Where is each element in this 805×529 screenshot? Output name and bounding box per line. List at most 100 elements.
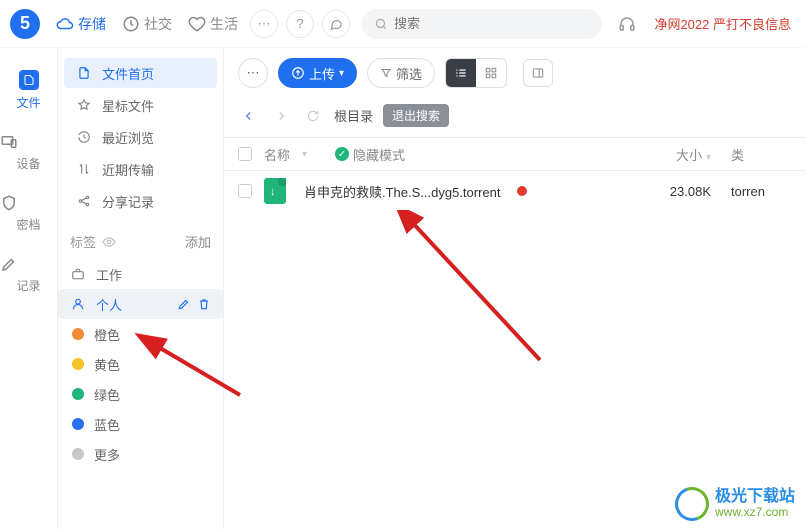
tab-social[interactable]: 社交	[122, 14, 172, 34]
share-icon	[76, 194, 92, 208]
detail-panel-button[interactable]	[523, 59, 553, 87]
more-button[interactable]: ⋯	[250, 10, 278, 38]
funnel-icon	[380, 67, 392, 79]
transfer-icon	[76, 162, 92, 176]
side-transfer[interactable]: 近期传输	[64, 154, 217, 184]
devices-icon	[0, 133, 57, 151]
watermark: 极光下载站 www.xz7.com	[675, 487, 795, 521]
nav-vault[interactable]: 密档	[0, 186, 57, 247]
side-share[interactable]: 分享记录	[64, 186, 217, 216]
side-share-label: 分享记录	[102, 192, 154, 211]
view-grid[interactable]	[476, 59, 506, 87]
cloud-icon	[56, 15, 74, 33]
chevron-left-icon	[242, 109, 256, 123]
tag-orange[interactable]: 橙色	[58, 319, 223, 349]
star-icon	[76, 98, 92, 112]
exit-search-button[interactable]: 退出搜索	[383, 104, 449, 127]
side-starred[interactable]: 星标文件	[64, 90, 217, 120]
hide-mode-label: 隐藏模式	[353, 145, 405, 164]
side-recent[interactable]: 最近浏览	[64, 122, 217, 152]
side-home-label: 文件首页	[102, 64, 154, 83]
tag-blue[interactable]: 蓝色	[58, 409, 223, 439]
trash-icon[interactable]	[197, 297, 211, 311]
file-size: 23.08K	[621, 184, 731, 199]
file-name: 肖申克的救赎.The.S...dyg5.torrent	[304, 182, 501, 201]
tag-work-label: 工作	[96, 265, 122, 284]
tag-yellow[interactable]: 黄色	[58, 349, 223, 379]
torrent-file-icon: ↓	[264, 178, 286, 204]
tag-personal-label: 个人	[96, 295, 122, 314]
side-panel: 文件首页 星标文件 最近浏览 近期传输 分享记录 标签 添加 工作 个人 橙色 …	[58, 48, 223, 529]
app-logo: 5	[10, 9, 40, 39]
list-icon	[454, 66, 468, 80]
tags-label: 标签	[70, 232, 96, 251]
table-header: 名称▾ ✓隐藏模式 大小▾ 类	[224, 137, 805, 171]
ellipsis-icon: ⋯	[247, 65, 260, 81]
eye-icon[interactable]	[102, 235, 116, 249]
tag-personal[interactable]: 个人	[58, 289, 223, 319]
upload-label: 上传	[309, 64, 335, 83]
columns-icon	[531, 66, 545, 80]
chat-button[interactable]	[322, 10, 350, 38]
history-icon	[76, 130, 92, 144]
breadcrumb-root[interactable]: 根目录	[334, 106, 373, 125]
nav-forward[interactable]	[270, 105, 292, 127]
headphones-icon	[618, 15, 636, 33]
side-home[interactable]: 文件首页	[64, 58, 217, 88]
main-panel: ⋯ 上传 ▾ 筛选 根目录 退出搜索	[223, 48, 805, 529]
col-type-label[interactable]: 类	[731, 148, 744, 163]
pencil-icon	[0, 255, 57, 273]
tag-more[interactable]: 更多	[58, 439, 223, 469]
nav-log[interactable]: 记录	[0, 247, 57, 308]
tag-work[interactable]: 工作	[58, 259, 223, 289]
tab-life-label: 生活	[210, 14, 238, 34]
table-row[interactable]: ↓ 肖申克的救赎.The.S...dyg5.torrent 23.08K tor…	[224, 171, 805, 211]
side-recent-label: 最近浏览	[102, 128, 154, 147]
nav-files[interactable]: 文件	[0, 62, 57, 125]
row-checkbox[interactable]	[238, 184, 252, 198]
search-box[interactable]	[362, 9, 602, 39]
tab-storage[interactable]: 存储	[56, 14, 106, 34]
filter-button[interactable]: 筛选	[367, 58, 435, 88]
support-button[interactable]	[618, 15, 636, 33]
tag-green[interactable]: 绿色	[58, 379, 223, 409]
refresh-icon	[306, 109, 320, 123]
search-input[interactable]	[394, 16, 590, 31]
view-toggle	[445, 58, 507, 88]
tag-yellow-label: 黄色	[94, 355, 120, 374]
tab-life[interactable]: 生活	[188, 14, 238, 34]
status-dot-icon	[517, 186, 527, 196]
col-size-label[interactable]: 大小	[676, 148, 702, 163]
col-name-label[interactable]: 名称	[264, 145, 290, 164]
tag-green-label: 绿色	[94, 385, 120, 404]
nav-devices[interactable]: 设备	[0, 125, 57, 186]
briefcase-icon	[70, 267, 86, 281]
breadcrumb: 根目录 退出搜索	[224, 98, 805, 137]
watermark-logo-icon	[669, 481, 714, 526]
warning-text[interactable]: 净网2022 严打不良信息	[654, 14, 795, 33]
grid-icon	[484, 66, 498, 80]
nav-refresh[interactable]	[302, 105, 324, 127]
help-button[interactable]: ?	[286, 10, 314, 38]
file-icon	[76, 66, 92, 80]
edit-icon[interactable]	[177, 297, 191, 311]
ellipsis-icon: ⋯	[258, 16, 271, 32]
chevron-right-icon	[274, 109, 288, 123]
view-list[interactable]	[446, 59, 476, 87]
select-all-checkbox[interactable]	[238, 147, 252, 161]
add-tag-button[interactable]: 添加	[185, 232, 211, 251]
side-transfer-label: 近期传输	[102, 160, 154, 179]
gray-dot-icon	[72, 448, 84, 460]
hide-mode-toggle[interactable]: ✓隐藏模式	[335, 145, 405, 164]
heart-icon	[188, 15, 206, 33]
chevron-down-icon: ▾	[339, 68, 344, 79]
nav-back[interactable]	[238, 105, 260, 127]
blue-dot-icon	[72, 418, 84, 430]
filter-label: 筛选	[396, 64, 422, 83]
nav-vault-label: 密档	[16, 218, 40, 232]
shield-icon	[0, 194, 57, 212]
upload-button[interactable]: 上传 ▾	[278, 58, 357, 88]
question-icon: ?	[296, 16, 303, 31]
menu-button[interactable]: ⋯	[238, 58, 268, 88]
sort-down-icon: ▾	[706, 152, 711, 163]
